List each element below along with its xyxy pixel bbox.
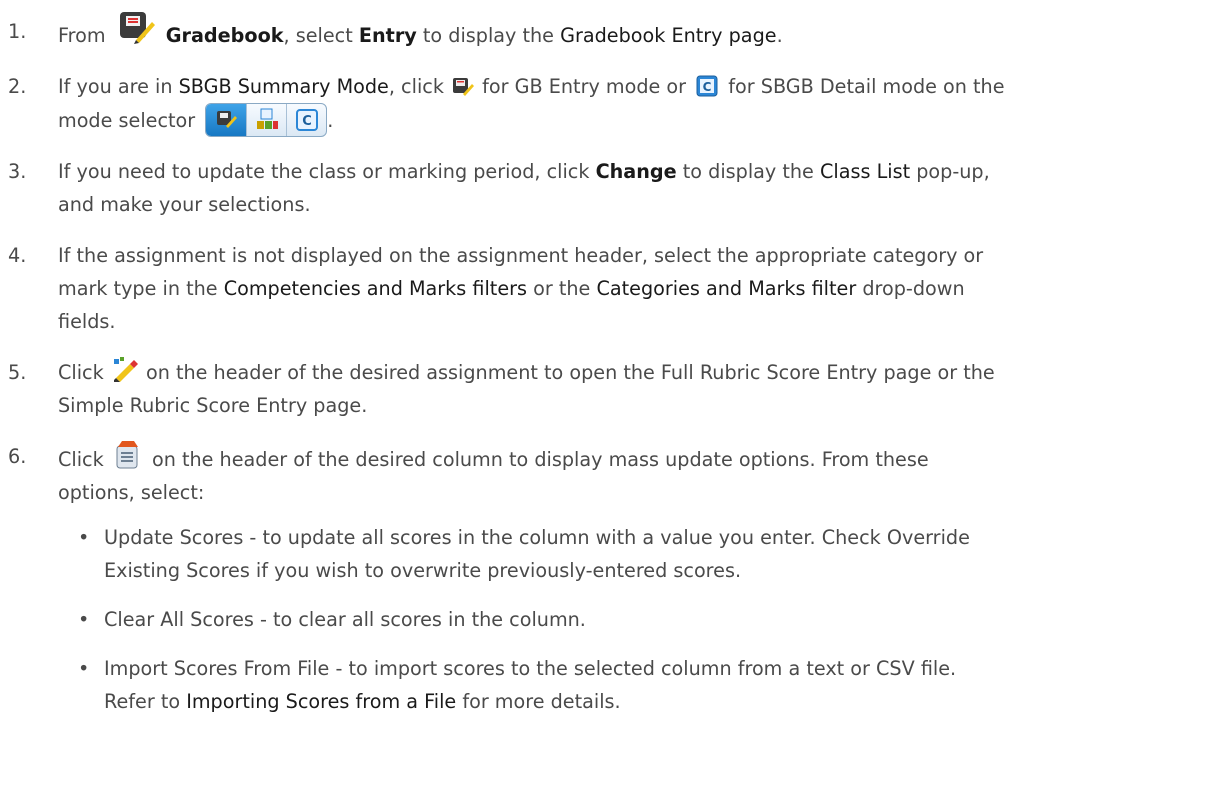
step-1: 1. From Gradebook, select Entry to displ… [4, 10, 1193, 54]
step-number: 4. [8, 244, 27, 267]
step-text: to display the [422, 24, 554, 47]
mass-update-icon[interactable] [114, 440, 142, 470]
entry-label: Entry [358, 24, 417, 47]
period: . [776, 24, 783, 47]
sbgb-detail-mode-segment[interactable]: C [286, 104, 326, 136]
sbgb-summary-mode-segment[interactable] [246, 104, 287, 136]
gradebook-label: Gradebook [165, 24, 284, 47]
step-text: pop-up, [916, 160, 990, 183]
step-6: 6. Click on the header of the desired co… [4, 440, 1193, 718]
step-text: Click [58, 361, 104, 384]
list-item-text: Refer to [104, 690, 181, 713]
bullet: • [78, 526, 90, 549]
rubric-score-icon[interactable] [112, 356, 138, 382]
step-text: If you need to update the class or marki… [58, 160, 590, 183]
step-2: 2. If you are in SBGB Summary Mode, clic… [4, 70, 1193, 137]
step-4: 4. If the assignment is not displayed on… [4, 239, 1193, 338]
step-text: fields. [58, 310, 116, 333]
step-text: , click [388, 75, 444, 98]
step-text: Click [58, 448, 104, 471]
step-number: 1. [8, 20, 27, 43]
sbgb-detail-mode-icon[interactable]: C [696, 74, 718, 97]
step-text: on the header of the desired assignment … [145, 361, 995, 384]
categories-marks-filter-link[interactable]: Categories and Marks filter [596, 277, 856, 300]
bullet: • [78, 608, 90, 631]
step-text: or the [533, 277, 591, 300]
bullet: • [78, 657, 90, 680]
list-item: • Update Scores - to update all scores i… [58, 521, 1193, 587]
period: . [327, 109, 334, 132]
step-text: Simple Rubric Score Entry page. [58, 394, 368, 417]
gb-entry-mode-segment[interactable] [206, 104, 247, 136]
list-item-text: Clear All Scores - to clear all scores i… [104, 608, 586, 631]
list-item-text: Existing Scores if you wish to overwrite… [104, 559, 742, 582]
mass-update-options-list: • Update Scores - to update all scores i… [58, 521, 1193, 718]
step-text: for SBGB Detail mode on the [728, 75, 1005, 98]
step-text: and make your selections. [58, 193, 311, 216]
step-text: , select [283, 24, 353, 47]
step-number: 3. [8, 160, 27, 183]
importing-scores-link[interactable]: Importing Scores from a File [186, 690, 456, 713]
list-item-text: for more details. [462, 690, 621, 713]
gb-entry-mode-icon[interactable] [452, 74, 475, 96]
help-document: 1. From Gradebook, select Entry to displ… [0, 10, 1211, 718]
class-list-link[interactable]: Class List [820, 160, 910, 183]
gradebook-icon [118, 10, 156, 44]
step-number: 6. [8, 445, 27, 468]
svg-text:C: C [302, 114, 312, 129]
step-text: If the assignment is not displayed on th… [58, 244, 984, 267]
svg-text:C: C [703, 80, 712, 94]
step-text: options, select: [58, 481, 205, 504]
list-item-text: Import Scores From File - to import scor… [104, 657, 957, 680]
step-text: mark type in the [58, 277, 218, 300]
steps-list: 1. From Gradebook, select Entry to displ… [4, 10, 1193, 718]
step-text: If you are in [58, 75, 173, 98]
step-text: From [58, 24, 106, 47]
competencies-marks-filters-link[interactable]: Competencies and Marks filters [224, 277, 527, 300]
step-number: 2. [8, 75, 27, 98]
step-text: on the header of the desired column to d… [151, 448, 929, 471]
step-text: mode selector [58, 109, 196, 132]
step-3: 3. If you need to update the class or ma… [4, 155, 1193, 221]
gradebook-entry-page-link[interactable]: Gradebook Entry page [560, 24, 776, 47]
sbgb-summary-mode-link[interactable]: SBGB Summary Mode [179, 75, 389, 98]
step-text: for GB Entry mode or [482, 75, 687, 98]
change-label: Change [595, 160, 677, 183]
mode-selector-icon[interactable]: C [205, 103, 328, 137]
list-item: • Clear All Scores - to clear all scores… [58, 603, 1193, 636]
step-text: drop-down [862, 277, 965, 300]
list-item: • Import Scores From File - to import sc… [58, 652, 1193, 718]
step-number: 5. [8, 361, 27, 384]
step-text: to display the [682, 160, 814, 183]
list-item-text: Update Scores - to update all scores in … [104, 526, 970, 549]
step-5: 5. Click on the header of the desired as… [4, 356, 1193, 422]
